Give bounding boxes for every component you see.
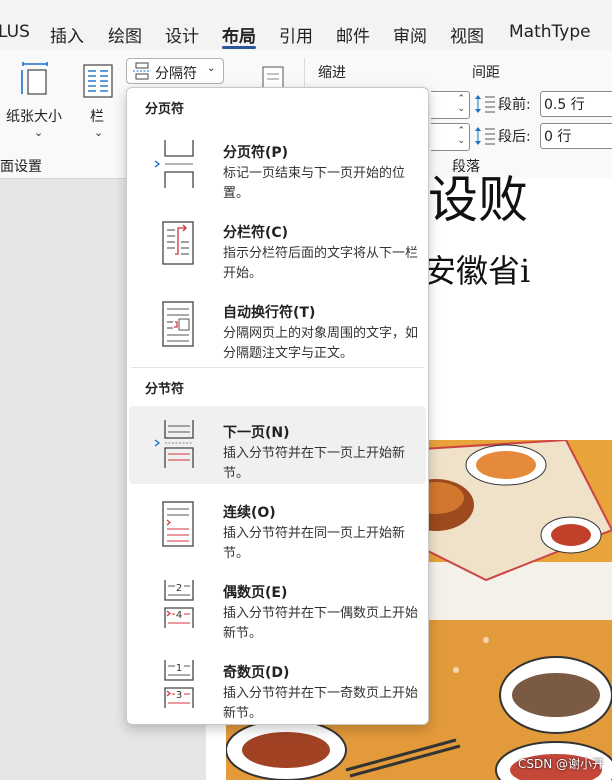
next-page-section-icon — [154, 420, 194, 468]
menu-item-even-page[interactable]: 2 4 偶数页(E) 插入分节符并在下一偶数页上开始新节。 — [129, 566, 426, 644]
tab-mailings[interactable]: 邮件 — [336, 22, 370, 47]
menu-item-continuous[interactable]: 连续(O) 插入分节符并在同一页上开始新节。 — [129, 486, 426, 564]
menu-item-description: 标记一页结束与下一页开始的位置。 — [223, 166, 406, 201]
indent-left-spinner[interactable]: ⌃ ⌄ — [431, 91, 470, 119]
tab-references[interactable]: 引用 — [279, 22, 313, 47]
menu-item-text-wrapping-break[interactable]: 自动换行符(T) 分隔网页上的对象周围的文字，如分隔题注文字与正文。 — [129, 286, 426, 364]
odd-page-glyph-top: 1 — [176, 663, 182, 674]
page-breaks-header: 分页符 — [145, 102, 185, 117]
paper-size-label: 纸张大小 — [6, 109, 62, 125]
chevron-down-icon: ⌄ — [207, 63, 216, 74]
odd-page-glyph-bottom: 3 — [176, 690, 182, 701]
spacing-before-label: 段前: — [498, 97, 531, 113]
tab-plus[interactable]: LUS — [0, 22, 30, 42]
spacing-label: 间距 — [472, 65, 500, 81]
even-page-glyph-top: 2 — [176, 583, 182, 594]
tab-insert[interactable]: 插入 — [50, 22, 84, 47]
chevron-down-icon: ⌄ — [94, 126, 104, 139]
tab-review[interactable]: 审阅 — [393, 22, 427, 47]
breaks-button[interactable]: 分隔符 ⌄ — [126, 58, 224, 84]
menu-item-description: 插入分节符并在下一奇数页上开始新节。 — [223, 686, 419, 721]
indent-label: 缩进 — [318, 65, 346, 81]
spacing-after-icon — [475, 127, 495, 145]
page-break-icon — [154, 140, 194, 188]
menu-item-title: 分页符(P) — [223, 145, 289, 161]
menu-item-title: 偶数页(E) — [223, 585, 288, 601]
spacing-after-input[interactable]: 0 行 — [540, 123, 612, 149]
menu-item-description: 插入分节符并在同一页上开始新节。 — [223, 526, 406, 561]
tab-view[interactable]: 视图 — [450, 22, 484, 47]
page-setup-group-label: 面设置 — [0, 159, 42, 175]
tab-mathtype[interactable]: MathType — [509, 22, 591, 42]
breaks-dropdown-menu: 分页符 分页符(P) 标记一页结束与下一页开始的位置。 分栏符(C) 指示分栏符… — [126, 87, 429, 725]
section-breaks-header: 分节符 — [145, 382, 185, 397]
menu-divider — [131, 367, 424, 368]
even-page-glyph-bottom: 4 — [176, 610, 182, 621]
menu-item-description: 分隔网页上的对象周围的文字，如分隔题注文字与正文。 — [223, 326, 419, 361]
menu-item-odd-page[interactable]: 1 3 奇数页(D) 插入分节符并在下一奇数页上开始新节。 — [129, 646, 426, 724]
continuous-section-icon — [162, 501, 194, 547]
chevron-down-icon: ⌄ — [34, 126, 44, 139]
menu-item-description: 插入分节符并在下一偶数页上开始新节。 — [223, 606, 419, 641]
columns-label: 栏 — [90, 109, 104, 125]
menu-item-column-break[interactable]: 分栏符(C) 指示分栏符后面的文字将从下一栏开始。 — [129, 206, 426, 284]
menu-item-description: 指示分栏符后面的文字将从下一栏开始。 — [223, 246, 419, 281]
even-page-section-icon: 2 4 — [164, 580, 194, 628]
menu-item-page-break[interactable]: 分页符(P) 标记一页结束与下一页开始的位置。 — [129, 126, 426, 204]
breaks-icon — [133, 62, 151, 80]
columns-icon — [83, 64, 113, 98]
document-title: 设败 — [428, 171, 528, 229]
column-break-icon — [162, 221, 194, 265]
spacing-before-icon — [475, 95, 495, 113]
text-wrapping-break-icon — [162, 301, 194, 347]
paper-size-button[interactable]: 纸张大小 ⌄ — [4, 58, 70, 146]
ribbon-tab-bar: LUS 插入 绘图 设计 布局 引用 邮件 审阅 视图 MathType — [0, 0, 612, 50]
active-tab-indicator — [222, 46, 256, 49]
tab-draw[interactable]: 绘图 — [108, 22, 142, 47]
tab-layout[interactable]: 布局 — [222, 22, 256, 47]
columns-button[interactable]: 栏 ⌄ — [78, 58, 118, 146]
tab-design[interactable]: 设计 — [165, 22, 199, 47]
menu-item-title: 自动换行符(T) — [223, 305, 316, 321]
menu-item-title: 分栏符(C) — [223, 225, 289, 241]
breaks-button-label: 分隔符 — [155, 66, 197, 82]
menu-item-next-page[interactable]: 下一页(N) 插入分节符并在下一页上开始新节。 — [129, 406, 426, 484]
spacing-before-input[interactable]: 0.5 行 — [540, 91, 612, 117]
menu-item-title: 奇数页(D) — [223, 665, 290, 681]
menu-item-title: 下一页(N) — [223, 425, 290, 441]
watermark-text: CSDN @谢小开 — [517, 757, 604, 771]
spacing-after-label: 段后: — [498, 129, 531, 145]
menu-item-title: 连续(O) — [223, 505, 276, 521]
odd-page-section-icon: 1 3 — [164, 660, 194, 708]
indent-right-spinner[interactable]: ⌃ ⌄ — [431, 123, 470, 151]
paper-size-icon — [21, 62, 48, 95]
menu-item-description: 插入分节符并在下一页上开始新节。 — [223, 446, 406, 481]
